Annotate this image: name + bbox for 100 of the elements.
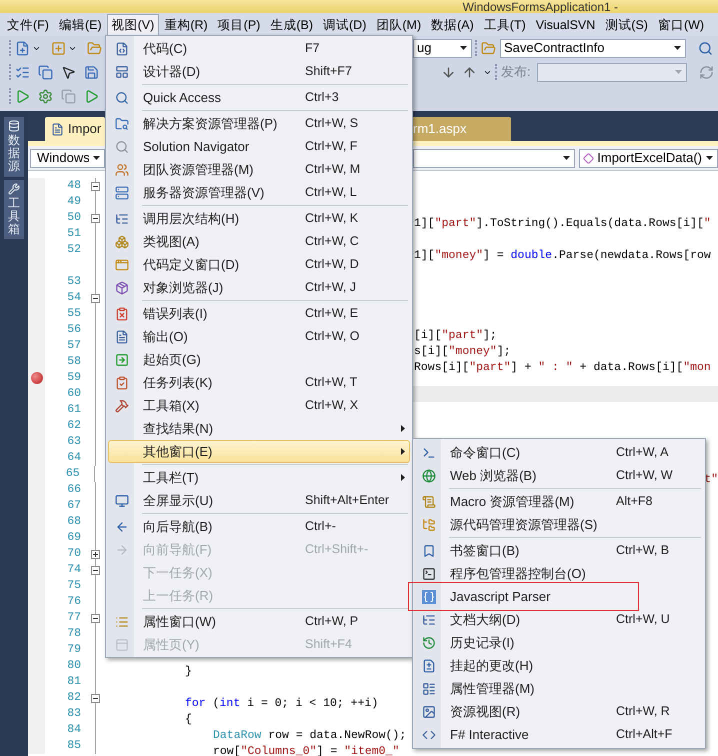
configuration-combo[interactable]: ug [413,38,472,58]
list-tree-icon [422,612,436,626]
menu-item[interactable]: 其他窗口(E) [108,440,410,463]
menu-bar-item[interactable]: VisualSVN [530,14,600,36]
line-number: 84 [67,722,81,738]
menu-item[interactable]: 代码定义窗口(D) Ctrl+W, D [108,253,410,276]
menu-item[interactable]: 源代码管理资源管理器(S) [415,513,703,536]
function-combo[interactable]: SaveContractInfo [500,38,686,58]
menu-item[interactable]: Javascript Parser [415,585,703,608]
folder-icon[interactable] [481,40,496,56]
collapse-icon[interactable] [90,566,100,574]
menu-item[interactable]: 历史记录(I) [415,631,703,654]
menu-item[interactable]: 全屏显示(U) Shift+Alt+Enter [108,489,410,512]
line-number: 53 [67,274,81,290]
monitor-icon [115,494,129,508]
code-line: 1]["part"].ToString().Equals(data.Rows[i][" [414,217,711,230]
collapse-icon[interactable] [90,182,100,190]
menu-item[interactable]: 输出(O) Ctrl+W, O [108,325,410,348]
line-number: 65 [66,466,80,482]
menu-item[interactable]: F# Interactive Ctrl+Alt+F [415,723,703,746]
menu-bar-item[interactable]: 测试(S) [600,14,653,36]
scroll-icon [422,494,436,508]
document-tab[interactable]: Impor [45,117,105,141]
menu-item[interactable]: 向后导航(B) Ctrl+- [108,515,410,538]
copy-icon[interactable] [38,64,53,80]
menu-bar-item[interactable]: 视图(V) [106,14,160,36]
menu-item[interactable]: 类视图(A) Ctrl+W, C [108,230,410,253]
menu-item[interactable]: 文档大纲(D) Ctrl+W, U [415,608,703,631]
menu-item[interactable]: Macro 资源管理器(M) Alt+F8 [415,490,703,513]
play-icon[interactable] [15,88,30,104]
code-line: [i]["part"]; [414,329,497,342]
menu-item[interactable]: 团队资源管理器(M) Ctrl+W, M [108,158,410,181]
menu-item[interactable]: 属性管理器(M) [415,677,703,700]
expand-icon[interactable] [90,550,100,558]
line-number: 79 [67,642,81,658]
play-icon[interactable] [84,88,99,104]
new-file-icon[interactable] [15,40,30,56]
menu-bar-item[interactable]: 数据(A) [426,14,479,36]
menu-item[interactable]: Quick Access Ctrl+3 [108,86,410,109]
menu-bar-item[interactable]: 项目(P) [212,14,266,36]
menu-item[interactable]: Solution Navigator Ctrl+W, F [108,135,410,158]
side-tab[interactable]: 数据源 [4,117,24,177]
menu-item[interactable]: 解决方案资源管理器(P) Ctrl+W, S [108,112,410,135]
breakpoint-icon [30,372,42,384]
folder-icon[interactable] [87,40,102,56]
menu-bar-item[interactable]: 编辑(E) [54,14,107,36]
menu-item[interactable]: 挂起的更改(H) [415,654,703,677]
menu-item[interactable]: 起始页(G) [108,348,410,371]
collapse-icon[interactable] [90,294,100,302]
line-number: 85 [67,738,81,754]
menu-item[interactable]: 工具栏(T) [108,466,410,489]
list-check-icon[interactable] [15,64,30,80]
collapse-icon[interactable] [90,694,100,702]
menu-item[interactable]: 属性窗口(W) Ctrl+W, P [108,610,410,633]
menu-item[interactable]: 书签窗口(B) Ctrl+W, B [415,539,703,562]
arrow-down-icon[interactable] [441,64,456,80]
collapse-icon[interactable] [90,214,100,222]
menu-bar-item[interactable]: 团队(M) [371,14,426,36]
menu-item[interactable]: 调用层次结构(H) Ctrl+W, K [108,207,410,230]
menu-item[interactable]: 代码(C) F7 [108,37,410,60]
line-number: 81 [67,674,81,690]
menu-bar-item[interactable]: 重构(R) [159,14,213,36]
search-icon[interactable] [698,40,713,56]
menu-item[interactable]: 工具箱(X) Ctrl+W, X [108,394,410,417]
menu-item[interactable]: 服务器资源管理器(V) Ctrl+W, L [108,181,410,204]
menu-item[interactable]: 对象浏览器(J) Ctrl+W, J [108,276,410,299]
refresh-icon[interactable] [698,64,714,80]
folder-search-icon [115,116,129,130]
menu-item[interactable]: 命令窗口(C) Ctrl+W, A [415,441,703,464]
wrench-icon [8,182,20,195]
side-tab[interactable]: 工具箱 [4,180,24,240]
menu-item[interactable]: 错误列表(I) Ctrl+W, E [108,302,410,325]
menu-item[interactable]: 资源视图(R) Ctrl+W, R [415,700,703,723]
gear-icon[interactable] [38,88,53,104]
member-combo[interactable]: ImportExcelData() [579,148,718,168]
line-number: 59 [67,370,81,386]
code-line: DataRow row = data.NewRow(); [213,729,406,742]
menu-item[interactable]: 查找结果(N) [108,417,410,440]
scope-combo[interactable] [413,148,576,168]
menu-item[interactable]: Web 浏览器(B) Ctrl+W, W [415,464,703,487]
menu-bar-item[interactable]: 调试(D) [318,14,372,36]
menu-bar-item[interactable]: 文件(F) [2,14,54,36]
menu-item[interactable]: 设计器(D) Shift+F7 [108,60,410,83]
collapse-icon[interactable] [90,614,100,622]
line-number: 67 [67,498,81,514]
type-combo[interactable]: Windows [30,148,105,168]
line-number: 77 [67,610,81,626]
pointer-icon[interactable] [61,64,76,80]
layout-list-icon [422,682,436,696]
line-number: 80 [67,658,81,674]
file-code-icon [115,42,129,56]
menu-bar-item[interactable]: 窗口(W) [652,14,710,36]
save-icon[interactable] [84,64,99,80]
menu-item[interactable]: 任务列表(K) Ctrl+W, T [108,371,410,394]
copy-icon[interactable] [61,88,76,104]
database-icon [8,120,20,132]
menu-bar-item[interactable]: 生成(B) [265,14,318,36]
line-number: 61 [67,402,81,418]
menu-bar-item[interactable]: 工具(T) [478,14,531,36]
menu-item[interactable]: 程序包管理器控制台(O) [415,562,703,585]
